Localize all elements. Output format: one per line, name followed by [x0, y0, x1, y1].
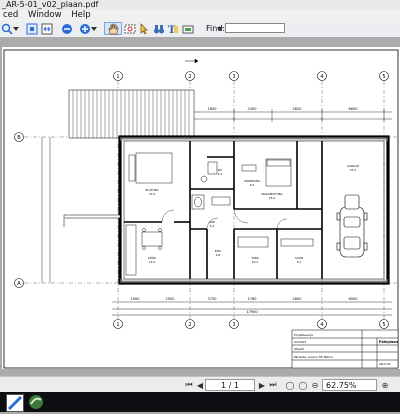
svg-text:2800: 2800 [293, 297, 302, 301]
svg-text:2500: 2500 [166, 297, 175, 301]
svg-text:1800: 1800 [208, 107, 217, 111]
toolbar: T Find: [0, 21, 400, 38]
room-area-bathroom: 6.2 [250, 183, 255, 187]
fit-width-icon[interactable] [40, 22, 54, 35]
room-area-living: 27.0 [149, 192, 155, 196]
document-canvas[interactable]: 1 2 3 4 5 1 2 3 4 5 B A 1800 2400 2620 6… [0, 37, 400, 373]
room-area-bedroom: 15.0 [269, 196, 275, 200]
grid-label-1-top: 1 [116, 74, 119, 80]
svg-text:2400: 2400 [248, 107, 257, 111]
svg-text:1760: 1760 [248, 297, 257, 301]
section-marker-icon [185, 58, 199, 64]
grid-label-3-top: 3 [232, 74, 235, 80]
room-area-room: 10.2 [252, 260, 258, 264]
select-arrow-icon[interactable] [137, 22, 151, 35]
svg-text:Objekt: Objekt [294, 347, 305, 351]
zoom-level[interactable]: 62.75% [322, 379, 377, 391]
svg-text:3730: 3730 [208, 297, 217, 301]
car-icon [336, 194, 368, 258]
fit-page-icon[interactable] [25, 22, 39, 35]
zoom-in-dropdown-arrow-icon[interactable] [90, 22, 98, 35]
svg-text:Pärlaste, eramu 38 Tallinn: Pärlaste, eramu 38 Tallinn [294, 355, 333, 359]
menu-item-edit[interactable]: ced [0, 10, 22, 21]
last-page-icon[interactable]: ⏭ [268, 380, 278, 390]
floor-plan-drawing: 1 2 3 4 5 1 2 3 4 5 B A 1800 2400 2620 6… [3, 49, 399, 369]
next-page-icon[interactable]: ▶ [257, 380, 267, 390]
svg-text:6000: 6000 [349, 297, 358, 301]
text-select-icon[interactable]: T [166, 22, 180, 35]
grid-label-a: A [17, 281, 21, 287]
svg-text:1900: 1900 [131, 297, 140, 301]
window-title: _AR-5-01_v02_plaan.pdf [0, 0, 400, 10]
grid-label-4-top: 4 [320, 74, 323, 80]
grid-label-4-bottom: 4 [320, 322, 323, 328]
room-area-hall: 4.8 [216, 253, 221, 257]
svg-text:Arhitekt: Arhitekt [294, 340, 307, 344]
room-area-corridor: 5.4 [210, 224, 215, 228]
title-block-code: AR-5-01 [379, 362, 391, 366]
first-page-icon[interactable]: ⏮ [184, 380, 194, 390]
forward-icon[interactable]: ◯ [298, 380, 308, 390]
title-block-title: Põhiplaan [379, 340, 399, 344]
page-indicator[interactable]: 1 / 1 [205, 379, 255, 391]
hand-tool-icon[interactable] [104, 22, 122, 35]
grid-label-1-bottom: 1 [116, 322, 119, 328]
svg-text:Projekteerija: Projekteerija [294, 333, 313, 337]
navigation-bar: ⏮ ◀ 1 / 1 ▶ ⏭ ◯ ◯ ⊖ 62.75% ⊕ [0, 376, 400, 393]
taskbar [0, 392, 400, 412]
menu-item-window[interactable]: Window [25, 10, 66, 21]
room-area-wc: 2.3 [218, 172, 223, 176]
grid-label-3-bottom: 3 [232, 322, 235, 328]
svg-text:6600: 6600 [349, 107, 358, 111]
grid-label-5-bottom: 5 [382, 322, 385, 328]
app-icon-editor[interactable] [6, 394, 24, 412]
find-dropdown-arrow-icon[interactable] [216, 22, 224, 35]
app-icon-browser[interactable] [28, 394, 44, 410]
zoom-dropdown-arrow-icon[interactable] [12, 22, 20, 35]
grid-label-b: B [17, 135, 21, 141]
svg-text:2620: 2620 [293, 107, 302, 111]
room-area-kitchen: 12.0 [149, 260, 155, 264]
previous-page-icon[interactable]: ◀ [195, 380, 205, 390]
snapshot-icon[interactable] [181, 22, 195, 35]
room-area-garage: 27.0 [350, 168, 356, 172]
binoculars-icon[interactable] [152, 22, 166, 35]
back-icon[interactable]: ◯ [285, 380, 295, 390]
room-area-sauna: 5.1 [297, 260, 302, 264]
grid-label-2-bottom: 2 [188, 322, 191, 328]
menu-item-help[interactable]: Help [68, 10, 94, 21]
grid-label-5-top: 5 [382, 74, 385, 80]
find-input[interactable] [225, 23, 285, 33]
zoom-out-status-icon[interactable]: ⊖ [310, 380, 320, 390]
zoom-out-icon[interactable] [60, 22, 74, 35]
svg-text:17900: 17900 [246, 310, 257, 314]
menu-bar: ced Window Help [0, 10, 400, 21]
zoom-in-status-icon[interactable]: ⊕ [380, 380, 390, 390]
pdf-page[interactable]: 1 2 3 4 5 1 2 3 4 5 B A 1800 2400 2620 6… [2, 47, 400, 369]
marquee-zoom-icon[interactable] [123, 22, 137, 35]
grid-label-2-top: 2 [188, 74, 191, 80]
